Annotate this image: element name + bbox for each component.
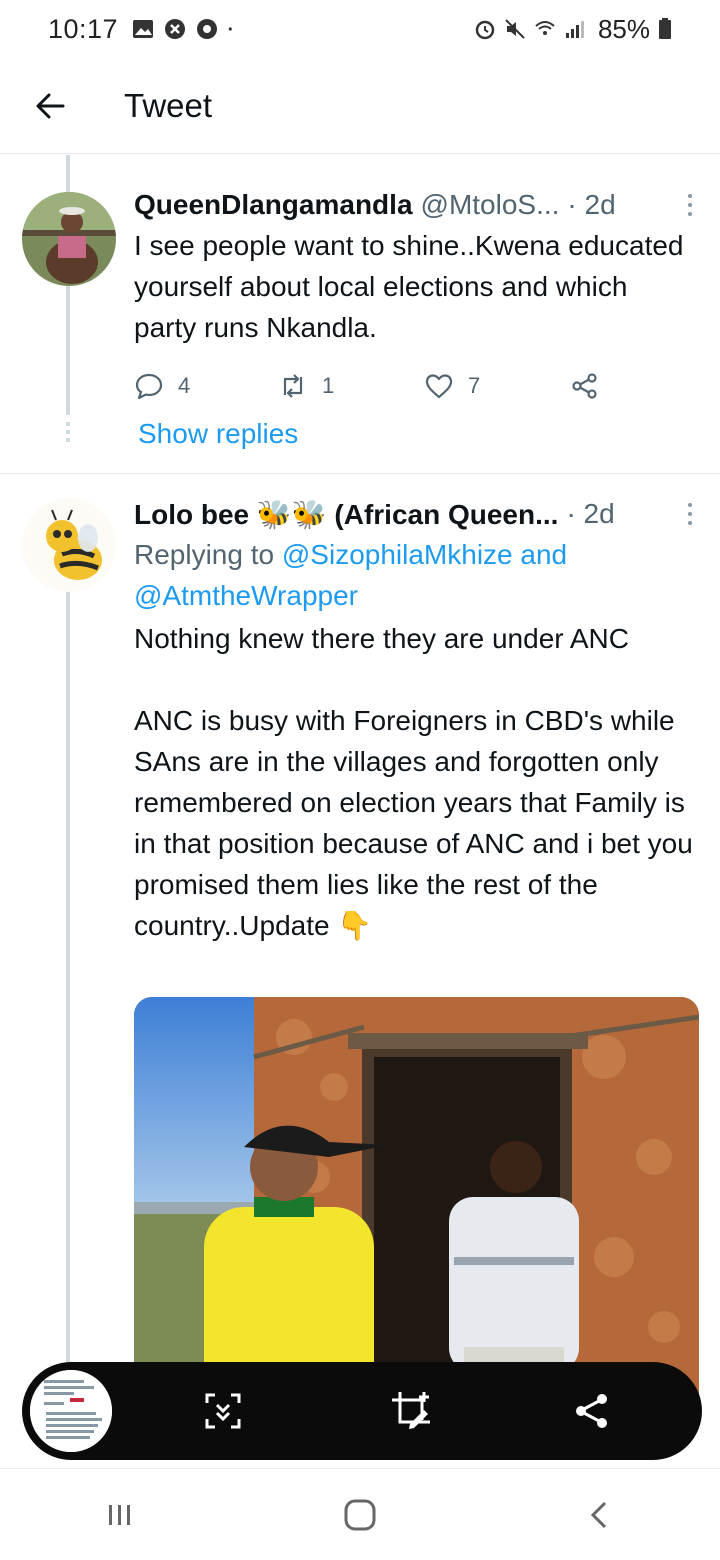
scroll-capture-button[interactable] <box>198 1386 248 1436</box>
share-button[interactable] <box>570 371 600 401</box>
reply-button[interactable]: 4 <box>134 371 278 401</box>
battery-percent: 85% <box>597 13 650 44</box>
home-button[interactable] <box>330 1485 390 1545</box>
notification-icons <box>132 18 238 40</box>
avatar[interactable] <box>22 192 116 286</box>
replying-to-prefix: Replying to <box>134 539 275 570</box>
crop-edit-icon <box>392 1392 430 1429</box>
tweet-text: Nothing knew there they are under ANC AN… <box>134 623 693 941</box>
reply-mention-link[interactable]: @SizophilaMkhize and <box>282 539 567 570</box>
status-bar: 10:17 85% <box>0 0 720 58</box>
tweet-actions: 4 1 7 <box>134 366 700 406</box>
share-icon <box>576 1394 607 1428</box>
avatar[interactable] <box>22 498 116 592</box>
heart-icon <box>425 374 453 399</box>
status-time: 10:17 <box>48 13 119 44</box>
timestamp: · 2d <box>567 189 616 220</box>
system-icons: 85% <box>474 14 672 45</box>
edit-screenshot-button[interactable] <box>386 1386 436 1436</box>
retweet-count: 1 <box>322 373 335 398</box>
retweet-button[interactable]: 1 <box>278 371 424 401</box>
tweet-1[interactable]: QueenDlangamandla @MtoloS... · 2d I see … <box>0 155 720 473</box>
system-nav-bar <box>0 1468 720 1560</box>
more-vertical-icon[interactable] <box>680 499 700 529</box>
share-icon <box>572 373 597 399</box>
back-nav-button[interactable] <box>570 1485 630 1545</box>
screenshot-toolbar <box>22 1362 702 1460</box>
dot-notification-icon <box>228 27 232 31</box>
battery-icon <box>659 18 671 39</box>
display-name[interactable]: Lolo bee 🐝🐝 (African Queen... <box>134 498 558 531</box>
page-title: Tweet <box>124 86 213 124</box>
top-app-bar: Tweet <box>0 58 720 154</box>
wifi-icon <box>535 21 555 35</box>
mute-icon <box>505 19 525 39</box>
shield-notification-icon <box>165 19 186 39</box>
username[interactable]: @MtoloS... <box>421 189 560 221</box>
chrome-notification-icon <box>197 19 218 39</box>
comment-icon <box>135 373 163 400</box>
reply-mention-link[interactable]: @AtmtheWrapper <box>134 580 358 611</box>
chevron-left-icon <box>590 1501 607 1528</box>
timestamp: · 2d <box>566 498 615 529</box>
scroll-capture-icon <box>205 1393 241 1429</box>
recent-apps-icon <box>109 1504 130 1525</box>
screenshot-thumbnail[interactable] <box>26 1366 116 1456</box>
recent-apps-button[interactable] <box>90 1485 150 1545</box>
like-button[interactable]: 7 <box>424 371 570 401</box>
back-button[interactable] <box>22 78 78 134</box>
like-count: 7 <box>468 373 481 398</box>
reply-count: 4 <box>178 373 191 398</box>
arrow-left-icon <box>36 93 65 118</box>
alarm-icon <box>475 20 495 40</box>
tweet-text: I see people want to shine..Kwena educat… <box>134 230 684 343</box>
gallery-notification-icon <box>133 20 154 38</box>
home-icon <box>344 1499 376 1530</box>
display-name[interactable]: QueenDlangamandla <box>134 189 413 221</box>
share-screenshot-button[interactable] <box>567 1386 617 1436</box>
replying-to: Replying to @SizophilaMkhize and @Atmthe… <box>134 534 694 616</box>
signal-icon <box>565 21 584 38</box>
show-replies-link[interactable]: Show replies <box>138 418 298 450</box>
retweet-icon <box>283 374 303 398</box>
more-vertical-icon[interactable] <box>680 190 700 220</box>
